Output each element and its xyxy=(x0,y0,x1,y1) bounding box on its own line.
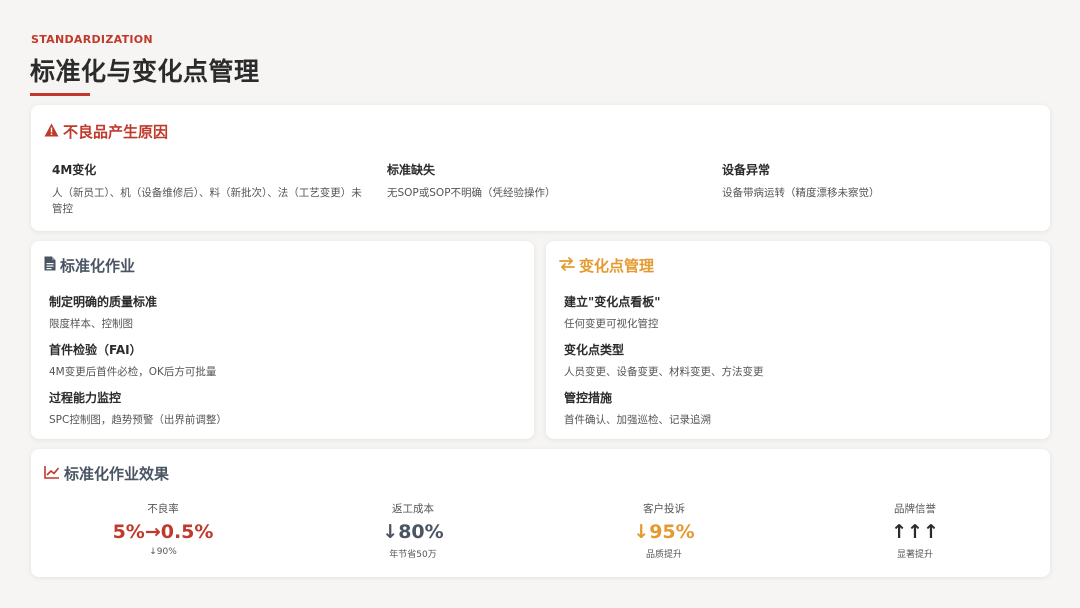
list-item: 变化点类型 人员变更、设备变更、材料变更、方法变更 xyxy=(564,341,764,379)
page-title: 标准化与变化点管理 xyxy=(30,57,260,86)
metric-rework-cost: 返工成本 ↓80% 年节省50万 xyxy=(313,501,513,560)
metric-note: ↓90% xyxy=(149,547,177,557)
eyebrow-label: STANDARDIZATION xyxy=(31,33,153,46)
item-title: 过程能力监控 xyxy=(49,391,122,405)
metric-label: 品牌信誉 xyxy=(894,503,936,515)
item-desc: 首件确认、加强巡检、记录追溯 xyxy=(564,414,711,426)
metric-complaints: 客户投诉 ↓95% 品质提升 xyxy=(564,501,764,560)
metric-value: ↑↑↑ xyxy=(891,521,939,543)
cause-title: 4M变化 xyxy=(52,163,97,177)
item-desc: 限度样本、控制图 xyxy=(49,318,133,330)
causes-title: 不良品产生原因 xyxy=(63,123,169,141)
cause-title: 标准缺失 xyxy=(387,163,436,177)
metric-value: ↓80% xyxy=(382,521,444,543)
item-title: 首件检验（FAI） xyxy=(49,343,142,357)
metric-note: 年节省50万 xyxy=(389,550,437,560)
effect-title: 标准化作业效果 xyxy=(64,465,170,483)
cause-item: 设备异常 设备带病运转（精度漂移未察觉） xyxy=(722,161,1042,201)
item-desc: 4M变更后首件必检，OK后方可批量 xyxy=(49,366,217,378)
list-item: 制定明确的质量标准 限度样本、控制图 xyxy=(49,293,157,331)
cause-item: 标准缺失 无SOP或SOP不明确（凭经验操作） xyxy=(387,161,707,201)
cause-desc: 设备带病运转（精度漂移未察觉） xyxy=(722,187,880,199)
document-icon xyxy=(44,256,56,275)
list-item: 过程能力监控 SPC控制图，趋势预警（出界前调整） xyxy=(49,389,227,427)
item-title: 管控措施 xyxy=(564,391,613,405)
cause-desc: 人（新员工）、机（设备维修后）、料（新批次）、法（工艺变更）未管控 xyxy=(52,187,362,215)
title-underline xyxy=(30,93,90,96)
metric-value: 5%→0.5% xyxy=(112,521,214,543)
metric-label: 客户投诉 xyxy=(643,503,685,515)
cause-title: 设备异常 xyxy=(722,163,771,177)
cause-desc: 无SOP或SOP不明确（凭经验操作） xyxy=(387,187,556,199)
metric-defect-rate: 不良率 5%→0.5% ↓90% xyxy=(63,501,263,557)
warning-icon xyxy=(44,123,59,141)
metric-note: 品质提升 xyxy=(645,550,682,560)
causes-card: 不良品产生原因 4M变化 人（新员工）、机（设备维修后）、料（新批次）、法（工艺… xyxy=(31,105,1050,231)
item-desc: 任何变更可视化管控 xyxy=(564,318,659,330)
list-item: 首件检验（FAI） 4M变更后首件必检，OK后方可批量 xyxy=(49,341,216,379)
metric-label: 不良率 xyxy=(147,503,179,515)
change-point-header: 变化点管理 xyxy=(559,255,654,276)
item-title: 变化点类型 xyxy=(564,343,625,357)
item-desc: 人员变更、设备变更、材料变更、方法变更 xyxy=(564,366,764,378)
chart-line-icon xyxy=(44,465,60,483)
effect-header: 标准化作业效果 xyxy=(44,463,169,484)
standard-work-title: 标准化作业 xyxy=(60,257,136,275)
exchange-icon xyxy=(559,256,575,275)
slide: STANDARDIZATION 标准化与变化点管理 不良品产生原因 4M变化 人… xyxy=(0,0,1080,608)
metric-note: 显著提升 xyxy=(896,550,933,560)
causes-header: 不良品产生原因 xyxy=(44,121,168,142)
metric-brand-reputation: 品牌信誉 ↑↑↑ 显著提升 xyxy=(815,501,1015,560)
cause-item: 4M变化 人（新员工）、机（设备维修后）、料（新批次）、法（工艺变更）未管控 xyxy=(52,161,372,217)
standard-work-card: 标准化作业 制定明确的质量标准 限度样本、控制图 首件检验（FAI） 4M变更后… xyxy=(31,241,534,439)
change-point-card: 变化点管理 建立"变化点看板" 任何变更可视化管控 变化点类型 人员变更、设备变… xyxy=(546,241,1050,439)
item-title: 制定明确的质量标准 xyxy=(49,295,158,309)
list-item: 管控措施 首件确认、加强巡检、记录追溯 xyxy=(564,389,711,427)
standard-work-header: 标准化作业 xyxy=(44,255,135,276)
item-title: 建立"变化点看板" xyxy=(564,295,661,309)
item-desc: SPC控制图，趋势预警（出界前调整） xyxy=(49,414,227,426)
effect-card: 标准化作业效果 不良率 5%→0.5% ↓90% 返工成本 ↓80% 年节省50… xyxy=(31,449,1050,577)
metric-label: 返工成本 xyxy=(392,503,434,515)
change-point-title: 变化点管理 xyxy=(579,257,655,275)
metric-value: ↓95% xyxy=(633,521,695,543)
list-item: 建立"变化点看板" 任何变更可视化管控 xyxy=(564,293,661,331)
